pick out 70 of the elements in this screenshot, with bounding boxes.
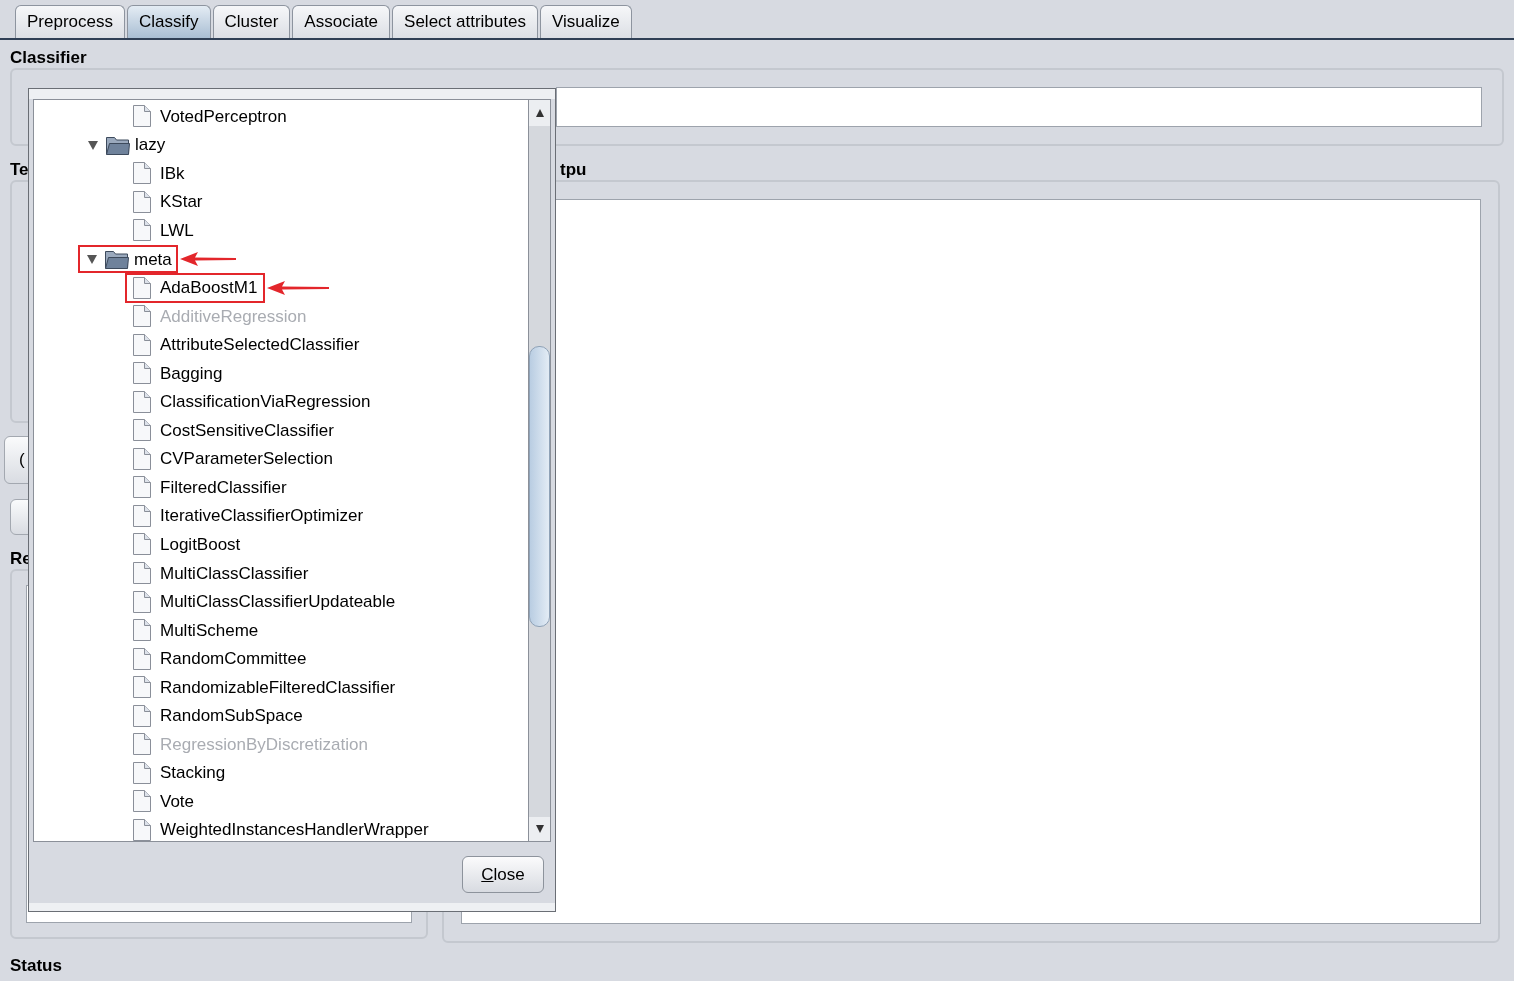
document-icon <box>132 446 152 471</box>
scroll-up-icon[interactable] <box>529 100 550 126</box>
tree-item[interactable]: LogitBoost <box>160 535 241 553</box>
tree-item[interactable]: AdaBoostM1 <box>160 279 258 297</box>
tree-item[interactable]: KStar <box>160 193 203 211</box>
document-icon <box>132 760 152 785</box>
document-icon <box>132 532 152 557</box>
scroll-thumb[interactable] <box>529 346 550 627</box>
document-icon <box>132 703 152 728</box>
tab[interactable]: Cluster <box>212 5 291 38</box>
tree-item[interactable]: FilteredClassifier <box>160 478 287 496</box>
scrollbar[interactable] <box>528 100 550 841</box>
document-icon <box>132 732 152 757</box>
tree-item[interactable]: ClassificationViaRegression <box>160 393 371 411</box>
tab[interactable]: Preprocess <box>15 5 125 38</box>
document-icon <box>132 618 152 643</box>
tree-folder[interactable]: lazy <box>135 136 166 154</box>
tree-item[interactable]: WeightedInstancesHandlerWrapper <box>160 821 429 839</box>
document-icon <box>132 389 152 414</box>
tree-item[interactable]: RandomCommittee <box>160 650 307 668</box>
document-icon <box>132 104 152 129</box>
tree-item[interactable]: IBk <box>160 164 185 182</box>
section-title: Status <box>10 956 62 976</box>
document-icon <box>132 304 152 329</box>
tree-item[interactable]: CVParameterSelection <box>160 450 333 468</box>
document-icon <box>132 161 152 186</box>
expand-toggle[interactable] <box>87 138 101 151</box>
tab[interactable]: Associate <box>292 5 391 38</box>
document-icon <box>132 475 152 500</box>
tree-item[interactable]: IterativeClassifierOptimizer <box>160 507 364 525</box>
tree-item[interactable]: Bagging <box>160 364 223 382</box>
document-icon <box>132 332 152 357</box>
tab[interactable]: Classify <box>127 5 211 38</box>
document-icon <box>132 189 152 214</box>
document-icon <box>132 789 152 814</box>
document-icon <box>132 646 152 671</box>
tree-item[interactable]: RandomSubSpace <box>160 707 303 725</box>
document-icon <box>132 218 152 243</box>
document-icon <box>132 418 152 443</box>
section-title: Classifier <box>10 48 87 68</box>
close-button[interactable]: Close <box>462 856 544 893</box>
tree-item[interactable]: MultiClassClassifier <box>160 564 309 582</box>
triangle-icon <box>87 138 99 151</box>
document-icon <box>132 275 152 300</box>
tree-item[interactable]: Vote <box>160 792 195 810</box>
document-icon <box>132 675 152 700</box>
section-title: Te <box>10 160 29 180</box>
tree-folder[interactable]: meta <box>134 250 172 268</box>
pointer-arrow <box>267 279 330 296</box>
document-icon <box>132 561 152 585</box>
tree-item[interactable]: MultiScheme <box>160 621 259 639</box>
tree-item[interactable]: LWL <box>160 221 194 239</box>
tree-item[interactable]: RandomizableFilteredClassifier <box>160 678 396 696</box>
tree-item[interactable]: AttributeSelectedClassifier <box>160 336 360 354</box>
document-icon <box>132 361 152 386</box>
document-icon <box>132 503 152 528</box>
triangle-icon <box>86 253 98 265</box>
tab[interactable]: Visualize <box>539 5 632 38</box>
tree-item[interactable]: MultiClassClassifierUpdateable <box>160 593 396 611</box>
tree-item[interactable]: Stacking <box>160 764 226 782</box>
tree-item[interactable]: VotedPerceptron <box>160 107 287 125</box>
tree-item[interactable]: CostSensitiveClassifier <box>160 421 334 439</box>
scroll-down-icon[interactable] <box>529 817 550 841</box>
folder-icon <box>104 248 130 270</box>
tab[interactable]: Select attributes <box>392 5 538 38</box>
expand-toggle[interactable] <box>86 253 100 265</box>
classifier-field[interactable] <box>556 87 1482 127</box>
pointer-arrow <box>179 251 236 267</box>
document-icon <box>132 589 152 614</box>
section-title: tpu <box>560 160 587 180</box>
